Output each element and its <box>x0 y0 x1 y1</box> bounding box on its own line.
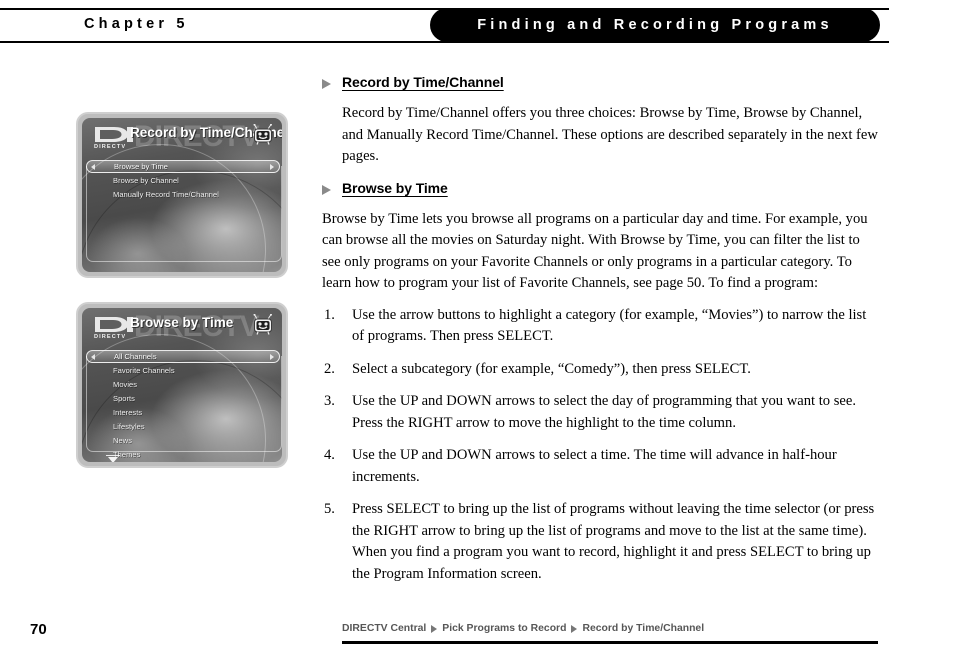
tv-menu-item-label: Lifestyles <box>113 422 145 431</box>
footer-rule <box>342 641 878 644</box>
tv-menu-item[interactable]: Favorite Channels <box>96 364 280 377</box>
screenshot-record-by-time-channel: DIRECTV DIRECTV Record by Time/Channel B… <box>76 112 288 278</box>
tv-menu-list: Browse by Time Browse by Channel Manuall… <box>86 160 280 266</box>
triangle-bullet-icon <box>322 184 331 195</box>
tv-mascot-icon <box>253 314 272 335</box>
list-item: 4. Use the UP and DOWN arrows to select … <box>322 445 882 488</box>
breadcrumb: DIRECTV Central Pick Programs to Record … <box>342 623 704 634</box>
section-heading-browse-by-time: Browse by Time <box>322 180 882 198</box>
screenshot-browse-by-time: DIRECTV DIRECTV Browse by Time All Chann… <box>76 302 288 468</box>
list-item-text: Use the UP and DOWN arrows to select a t… <box>352 447 837 485</box>
section2-paragraph: Browse by Time lets you browse all progr… <box>322 210 868 292</box>
chevron-right-icon <box>571 624 578 633</box>
page-number: 70 <box>30 621 47 638</box>
main-content: Record by Time/Channel Record by Time/Ch… <box>322 74 882 596</box>
left-arrow-icon <box>91 353 95 360</box>
section-heading-text: Browse by Time <box>342 179 448 196</box>
tv-menu-item[interactable]: Lifestyles <box>96 420 280 433</box>
section-heading-record-by-time-channel: Record by Time/Channel <box>322 74 882 92</box>
section-heading-text: Record by Time/Channel <box>342 74 504 90</box>
directv-logo-text: DIRECTV <box>94 144 127 150</box>
tv-menu-item[interactable]: News <box>96 434 280 447</box>
tv-menu-item-label: All Channels <box>114 352 157 361</box>
scroll-down-line <box>106 455 120 456</box>
tv-menu-item[interactable]: Movies <box>96 378 280 391</box>
tv-screen-title: Browse by Time <box>130 315 234 330</box>
tv-menu-item-label: Interests <box>113 408 143 417</box>
tv-screen: DIRECTV DIRECTV Browse by Time All Chann… <box>82 308 282 462</box>
list-item: 2. Select a subcategory (for example, “C… <box>322 359 882 381</box>
directv-logo-text: DIRECTV <box>94 334 127 340</box>
chevron-right-icon <box>431 624 438 633</box>
tv-menu-item-label: Movies <box>113 380 138 389</box>
section-title-pill: Finding and Recording Programs <box>430 8 880 42</box>
section1-paragraph: Record by Time/Channel offers you three … <box>342 105 878 164</box>
tv-menu-item-label: Browse by Time <box>114 162 169 171</box>
tv-menu-item[interactable]: Manually Record Time/Channel <box>96 188 280 201</box>
chapter-label: Chapter 5 <box>84 16 189 32</box>
tv-mascot-icon <box>253 124 272 145</box>
tv-menu-item-label: Sports <box>113 394 135 403</box>
triangle-bullet-icon <box>322 79 331 89</box>
tv-menu-item-label: Favorite Channels <box>113 366 175 375</box>
list-item-text: Use the arrow buttons to highlight a cat… <box>352 306 867 345</box>
page-header: Chapter 5 Finding and Recording Programs <box>0 8 954 44</box>
tv-screen-header: DIRECTV Record by Time/Channel <box>82 118 282 160</box>
tv-menu-item[interactable]: Interests <box>96 406 280 419</box>
list-item-number: 3. <box>324 393 335 409</box>
tv-screen: DIRECTV DIRECTV Record by Time/Channel B… <box>82 118 282 272</box>
steps-list: 1. Use the arrow buttons to highlight a … <box>322 305 882 586</box>
tv-menu-item[interactable]: Browse by Channel <box>96 174 280 187</box>
tv-menu-item[interactable]: Browse by Time <box>86 160 280 173</box>
list-item-text: Select a subcategory (for example, “Come… <box>352 360 751 377</box>
list-item-number: 4. <box>324 447 335 463</box>
list-item-text: Press SELECT to bring up the list of pro… <box>352 501 875 582</box>
tv-menu-item-label: Browse by Channel <box>113 176 179 185</box>
list-item-number: 5. <box>324 501 335 517</box>
list-item: 5. Press SELECT to bring up the list of … <box>322 499 882 585</box>
left-arrow-icon <box>91 163 95 170</box>
tv-screen-header: DIRECTV Browse by Time <box>82 308 282 350</box>
breadcrumb-item-pick-programs-to-record: Pick Programs to Record <box>442 623 567 634</box>
list-item: 1. Use the arrow buttons to highlight a … <box>322 305 882 348</box>
list-item: 3. Use the UP and DOWN arrows to select … <box>322 391 882 434</box>
scroll-down-icon[interactable] <box>108 457 118 462</box>
list-item-text: Use the UP and DOWN arrows to select the… <box>352 393 857 431</box>
tv-menu-item[interactable]: All Channels <box>86 350 280 363</box>
tv-menu-item-label: Manually Record Time/Channel <box>113 190 219 199</box>
right-arrow-icon <box>270 353 274 360</box>
right-arrow-icon <box>270 163 274 170</box>
list-item-number: 2. <box>324 360 335 377</box>
tv-menu-list: All Channels Favorite Channels Movies Sp… <box>86 350 280 459</box>
tv-menu-item[interactable]: Sports <box>96 392 280 405</box>
breadcrumb-item-directv-central: DIRECTV Central <box>342 623 427 634</box>
tv-menu-item-label: News <box>113 436 132 445</box>
breadcrumb-item-record-by-time-channel: Record by Time/Channel <box>582 623 705 634</box>
tv-menu-item[interactable]: Themes <box>96 448 280 461</box>
list-item-number: 1. <box>324 306 335 323</box>
header-bottom-rule <box>0 41 889 43</box>
